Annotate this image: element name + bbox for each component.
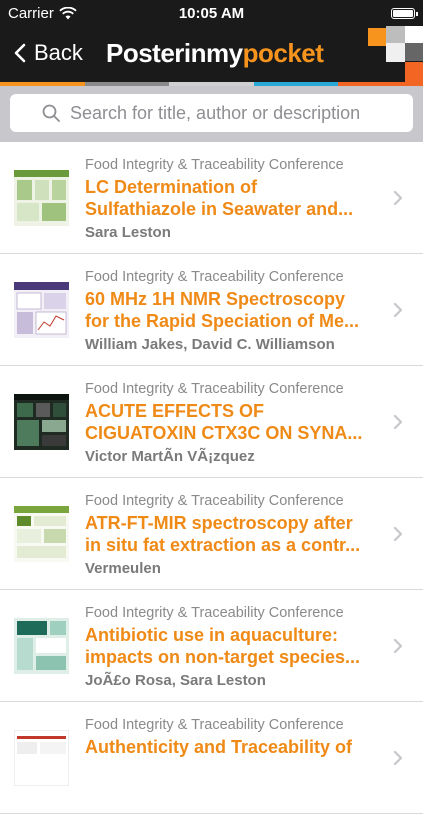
status-bar: Carrier 10:05 AM — [0, 0, 423, 28]
search-input[interactable] — [68, 101, 402, 125]
title-line-1: ACUTE EFFECTS OF — [85, 401, 264, 421]
search-bar — [0, 86, 423, 142]
title-line-1: ATR-FT-MIR spectroscopy after — [85, 513, 353, 533]
navigation-bar: Back Posterinmypocket — [0, 28, 423, 82]
poster-authors: Vermeulen — [85, 560, 161, 577]
title-line-1: LC Determination of — [85, 177, 258, 197]
chevron-right-icon — [393, 638, 403, 654]
back-label: Back — [34, 40, 83, 65]
poster-title: ACUTE EFFECTS OF CIGUATOXIN CTX3C ON SYN… — [85, 400, 380, 444]
conference-name: Food Integrity & Traceability Conference — [85, 493, 344, 509]
chevron-right-icon — [393, 190, 403, 206]
search-box[interactable] — [10, 94, 413, 132]
conference-name: Food Integrity & Traceability Conference — [85, 605, 344, 621]
clock: 10:05 AM — [178, 5, 245, 22]
poster-title: Antibiotic use in aquaculture: impacts o… — [85, 624, 380, 668]
poster-thumbnail — [14, 282, 69, 338]
poster-title: ATR-FT-MIR spectroscopy after in situ fa… — [85, 512, 380, 556]
poster-thumbnail — [14, 618, 69, 674]
logo-text-accent: pocket — [242, 38, 324, 68]
search-icon — [42, 104, 60, 122]
title-line-1: Antibiotic use in aquaculture: — [85, 625, 339, 645]
conference-name: Food Integrity & Traceability Conference — [85, 269, 344, 285]
conference-name: Food Integrity & Traceability Conference — [85, 381, 344, 397]
poster-title: LC Determination of Sulfathiazole in Sea… — [85, 176, 380, 220]
poster-row[interactable]: Food Integrity & Traceability Conference… — [0, 702, 423, 814]
battery-icon — [391, 8, 418, 19]
title-line-2: Sulfathiazole in Seawater and... — [85, 199, 354, 219]
poster-thumbnail — [14, 394, 69, 450]
poster-thumbnail — [14, 506, 69, 562]
poster-thumbnail — [14, 730, 69, 786]
poster-title: 60 MHz 1H NMR Spectroscopy for the Rapid… — [85, 288, 380, 332]
logo-squares-graphic — [363, 26, 423, 86]
poster-authors: JoÃ£o Rosa, Sara Leston — [85, 672, 266, 689]
chevron-right-icon — [393, 526, 403, 542]
poster-row[interactable]: Food Integrity & Traceability Conference… — [0, 366, 423, 478]
chevron-right-icon — [393, 750, 403, 766]
poster-row[interactable]: Food Integrity & Traceability Conference… — [0, 478, 423, 590]
chevron-left-icon — [14, 43, 26, 63]
logo-text-main: Posterinmy — [106, 38, 243, 68]
title-line-1: 60 MHz 1H NMR Spectroscopy — [85, 289, 346, 309]
poster-row[interactable]: Food Integrity & Traceability Conference… — [0, 590, 423, 702]
poster-authors: William Jakes, David C. Williamson — [85, 336, 335, 353]
chevron-right-icon — [393, 414, 403, 430]
poster-row[interactable]: Food Integrity & Traceability Conference… — [0, 142, 423, 254]
conference-name: Food Integrity & Traceability Conference — [85, 157, 344, 173]
title-line-2: impacts on non-target species... — [85, 647, 361, 667]
poster-title: Authenticity and Traceability of — [85, 736, 380, 780]
title-line-2: CIGUATOXIN CTX3C ON SYNA... — [85, 423, 363, 443]
title-line-2: in situ fat extraction as a contr... — [85, 535, 361, 555]
poster-authors: Sara Leston — [85, 224, 171, 241]
title-line-2: for the Rapid Speciation of Me... — [85, 311, 360, 331]
app-logo: Posterinmypocket — [106, 38, 324, 69]
poster-thumbnail — [14, 170, 69, 226]
poster-row[interactable]: Food Integrity & Traceability Conference… — [0, 254, 423, 366]
back-button[interactable]: Back — [14, 40, 83, 66]
title-line-1: Authenticity and Traceability of — [85, 737, 353, 757]
chevron-right-icon — [393, 302, 403, 318]
poster-authors: Victor MartÃ­n VÃ¡zquez — [85, 448, 255, 465]
conference-name: Food Integrity & Traceability Conference — [85, 717, 344, 733]
poster-list: Food Integrity & Traceability Conference… — [0, 142, 423, 814]
